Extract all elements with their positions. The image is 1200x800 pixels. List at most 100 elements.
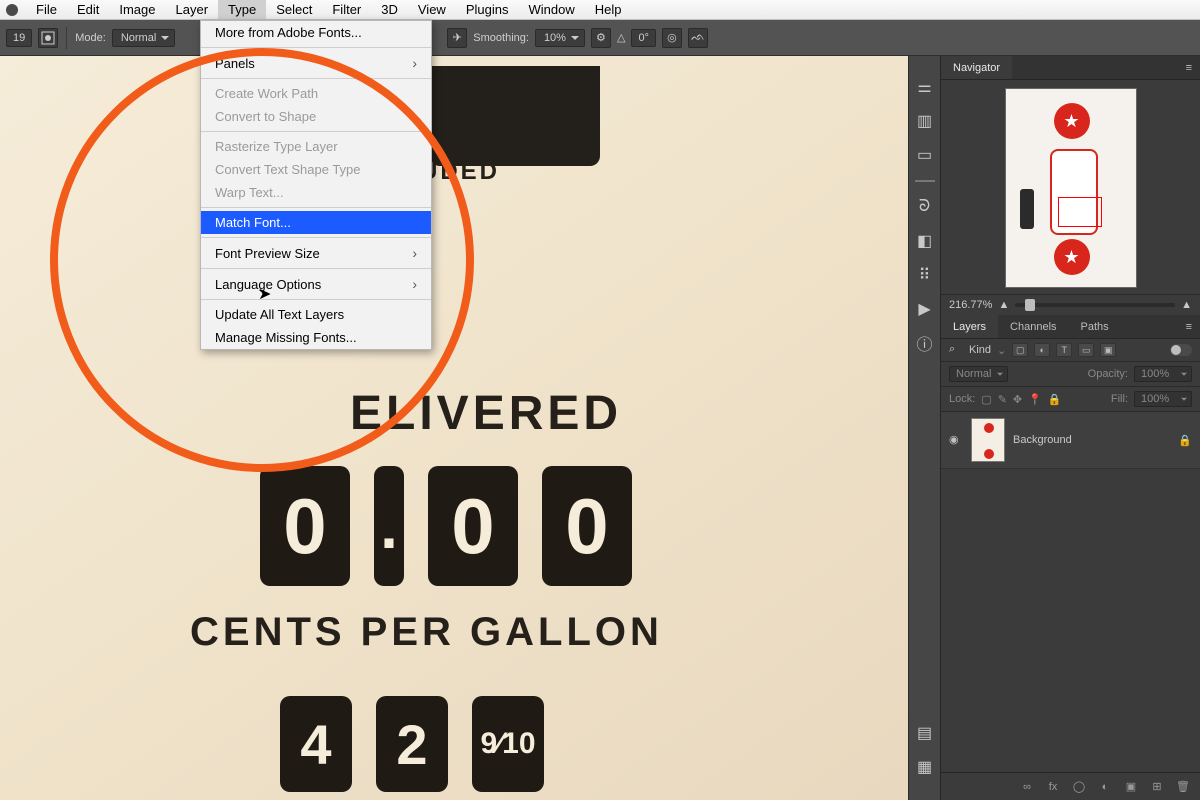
tab-channels[interactable]: Channels bbox=[998, 315, 1068, 338]
lock-icon[interactable]: 🔒 bbox=[1178, 434, 1192, 447]
panels-column: Navigator ≡ ★ ★ 216.77% ▲ ▲ Layers Chann… bbox=[940, 56, 1200, 800]
layer-row[interactable]: ◉ Background 🔒 bbox=[941, 412, 1200, 469]
lock-label: Lock: bbox=[949, 393, 975, 405]
layer-lock-row: Lock: ▢ ✎ ✥ 📍 🔒 Fill: 100% bbox=[941, 387, 1200, 412]
blend-mode-select[interactable]: Normal bbox=[949, 366, 1008, 382]
zoom-in-icon[interactable]: ▲ bbox=[1181, 299, 1192, 311]
tab-layers[interactable]: Layers bbox=[941, 315, 998, 338]
menu-help[interactable]: Help bbox=[585, 0, 632, 19]
menu-view[interactable]: View bbox=[408, 0, 456, 19]
canvas-decoration bbox=[430, 66, 600, 166]
menu-window[interactable]: Window bbox=[518, 0, 584, 19]
zoom-slider[interactable] bbox=[1015, 303, 1175, 307]
layer-group-icon[interactable]: ▣ bbox=[1124, 780, 1138, 793]
brush-size-field[interactable]: 19 bbox=[6, 29, 32, 47]
menu-item-manage-missing-fonts[interactable]: Manage Missing Fonts... bbox=[201, 326, 431, 349]
layer-thumbnail[interactable] bbox=[971, 418, 1005, 462]
filter-shape-icon[interactable]: ▭ bbox=[1078, 343, 1094, 357]
menu-item-convert-to-shape: Convert to Shape bbox=[201, 105, 431, 128]
canvas-text: ELIVERED bbox=[350, 386, 622, 441]
digit: 4 bbox=[280, 696, 352, 792]
tab-navigator[interactable]: Navigator bbox=[941, 56, 1012, 79]
histogram-icon[interactable]: ▥ bbox=[916, 112, 934, 130]
menu-3d[interactable]: 3D bbox=[371, 0, 408, 19]
digit: 2 bbox=[376, 696, 448, 792]
delete-layer-icon[interactable]: 🗑 bbox=[1176, 780, 1190, 793]
app-logo bbox=[6, 4, 18, 16]
navigator-thumbnail[interactable]: ★ ★ bbox=[1005, 88, 1137, 288]
gear-icon[interactable]: ⚙ bbox=[591, 28, 611, 48]
filter-type-icon[interactable]: T bbox=[1056, 343, 1072, 357]
search-icon[interactable]: ⌕ bbox=[949, 343, 963, 357]
layer-blend-row: Normal Opacity: 100% bbox=[941, 362, 1200, 387]
adjustment-layer-icon[interactable]: ◐ bbox=[1098, 781, 1112, 793]
lock-paint-icon[interactable]: ✎ bbox=[998, 393, 1007, 406]
tab-paths[interactable]: Paths bbox=[1069, 315, 1121, 338]
canvas-area[interactable]: UDED ELIVERED 0 . 0 0 CENTS PER GALLON 4… bbox=[0, 56, 908, 800]
menu-item-panels[interactable]: Panels bbox=[201, 51, 431, 75]
lock-artboard-icon[interactable]: 📍 bbox=[1028, 393, 1042, 406]
layer-mask-icon[interactable]: ◯ bbox=[1072, 780, 1086, 793]
panel-menu-icon[interactable]: ≡ bbox=[1178, 62, 1200, 74]
digit: 0 bbox=[542, 466, 632, 586]
digit: 9⁄10 bbox=[472, 696, 544, 792]
menu-layer[interactable]: Layer bbox=[166, 0, 219, 19]
menu-filter[interactable]: Filter bbox=[322, 0, 371, 19]
navigator-viewport-box[interactable] bbox=[1058, 197, 1102, 227]
menu-image[interactable]: Image bbox=[109, 0, 165, 19]
filter-smart-icon[interactable]: ▣ bbox=[1100, 343, 1116, 357]
angle-field[interactable]: 0° bbox=[631, 29, 656, 47]
navigator-tabbar: Navigator ≡ bbox=[941, 56, 1200, 80]
lock-pixels-icon[interactable]: ▢ bbox=[981, 393, 991, 406]
document-canvas[interactable]: UDED ELIVERED 0 . 0 0 CENTS PER GALLON 4… bbox=[0, 56, 908, 800]
layers-footer: ∞ fx ◯ ◐ ▣ ⊞ 🗑 bbox=[941, 772, 1200, 800]
swatches-icon[interactable]: ⠿ bbox=[916, 266, 934, 284]
type-menu-dropdown: More from Adobe Fonts...PanelsCreate Wor… bbox=[200, 20, 432, 350]
info-icon[interactable]: ⓘ bbox=[916, 334, 934, 352]
lock-move-icon[interactable]: ✥ bbox=[1013, 393, 1022, 406]
filter-toggle[interactable] bbox=[1170, 344, 1192, 356]
link-layers-icon[interactable]: ∞ bbox=[1020, 781, 1034, 793]
smoothing-field[interactable]: 10% bbox=[535, 29, 585, 47]
menu-item-font-preview-size[interactable]: Font Preview Size bbox=[201, 241, 431, 265]
opacity-field[interactable]: 100% bbox=[1134, 366, 1192, 382]
library2-icon[interactable]: ▦ bbox=[916, 758, 934, 776]
play-icon[interactable]: ▶ bbox=[916, 300, 934, 318]
thumb-nozzle bbox=[1020, 189, 1034, 229]
menu-type[interactable]: Type bbox=[218, 0, 266, 19]
filter-image-icon[interactable]: ▢ bbox=[1012, 343, 1028, 357]
brush-icon[interactable]: ᘐ bbox=[916, 198, 934, 216]
menu-item-update-all-text-layers[interactable]: Update All Text Layers bbox=[201, 303, 431, 326]
digit: . bbox=[374, 466, 404, 586]
menu-plugins[interactable]: Plugins bbox=[456, 0, 519, 19]
fill-field[interactable]: 100% bbox=[1134, 391, 1192, 407]
menu-edit[interactable]: Edit bbox=[67, 0, 109, 19]
visibility-eye-icon[interactable]: ◉ bbox=[949, 433, 963, 447]
library-icon[interactable]: ▤ bbox=[916, 724, 934, 742]
symmetry-target-icon[interactable]: ◎ bbox=[662, 28, 682, 48]
brush-preset-icon[interactable] bbox=[38, 28, 58, 48]
menu-item-match-font[interactable]: Match Font... bbox=[201, 211, 431, 234]
clone-icon[interactable]: ◧ bbox=[916, 232, 934, 250]
blend-mode-select[interactable]: Normal bbox=[112, 29, 175, 47]
symmetry-butterfly-icon[interactable]: ᨒ bbox=[688, 28, 708, 48]
zoom-out-icon[interactable]: ▲ bbox=[998, 299, 1009, 311]
menu-select[interactable]: Select bbox=[266, 0, 322, 19]
new-layer-icon[interactable]: ⊞ bbox=[1150, 780, 1164, 793]
filter-adjust-icon[interactable]: ◐ bbox=[1034, 343, 1050, 357]
lock-all-icon[interactable]: 🔒 bbox=[1048, 393, 1062, 406]
layer-fx-icon[interactable]: fx bbox=[1046, 781, 1060, 793]
zoom-slider-knob[interactable] bbox=[1025, 299, 1035, 311]
menu-item-language-options[interactable]: Language Options bbox=[201, 272, 431, 296]
layers-tabbar: Layers Channels Paths ≡ bbox=[941, 315, 1200, 339]
ruler-icon[interactable]: ▭ bbox=[916, 146, 934, 164]
layer-name[interactable]: Background bbox=[1013, 434, 1072, 446]
sliders-icon[interactable]: ⚌ bbox=[916, 78, 934, 96]
filter-kind-label[interactable]: Kind bbox=[969, 344, 991, 356]
zoom-value[interactable]: 216.77% bbox=[949, 299, 992, 311]
menu-item-more-from-adobe-fonts[interactable]: More from Adobe Fonts... bbox=[201, 21, 431, 44]
airbrush-icon[interactable]: ✈ bbox=[447, 28, 467, 48]
digit: 0 bbox=[260, 466, 350, 586]
menu-file[interactable]: File bbox=[26, 0, 67, 19]
panel-menu-icon[interactable]: ≡ bbox=[1178, 321, 1200, 333]
